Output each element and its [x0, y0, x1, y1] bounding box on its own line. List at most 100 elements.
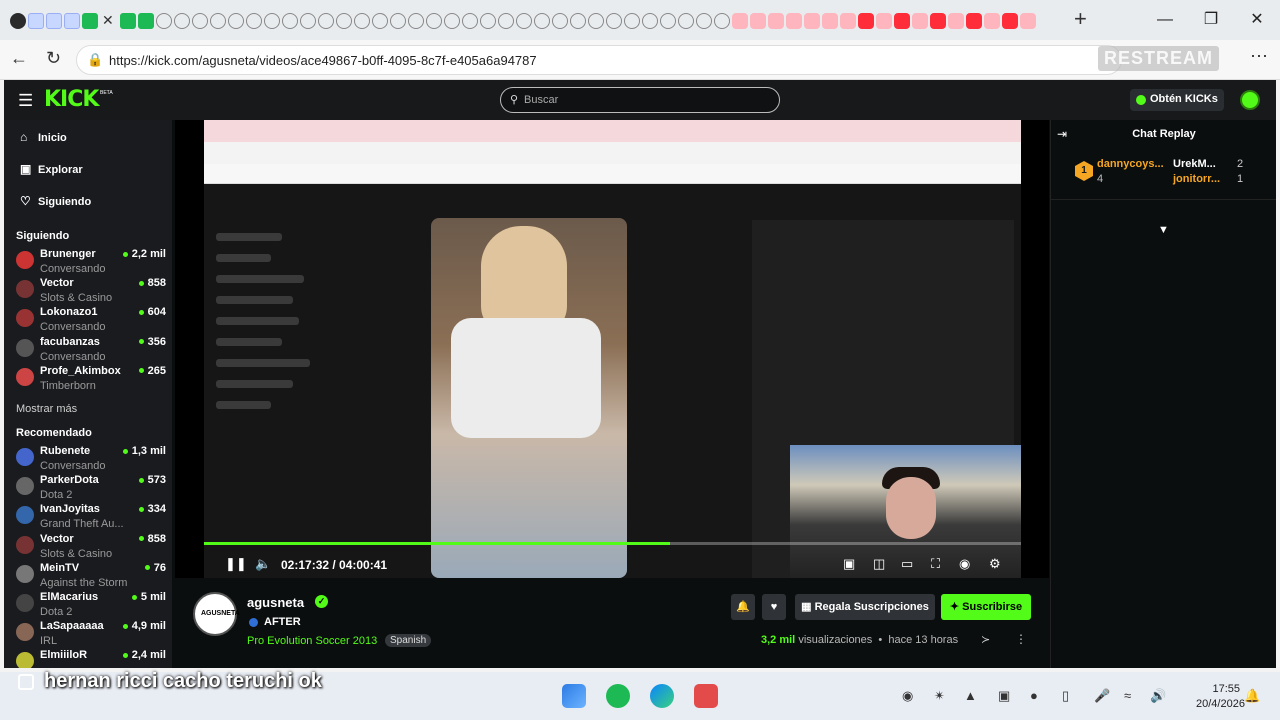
minimize-icon[interactable]: —: [1142, 6, 1188, 34]
channel-row[interactable]: facubanzas Conversando 356: [16, 336, 166, 365]
tab-favicon[interactable]: [335, 12, 352, 29]
restore-icon[interactable]: ❐: [1188, 6, 1234, 34]
tab-favicon[interactable]: [659, 12, 676, 29]
tab-favicon[interactable]: [64, 12, 80, 29]
fullscreen-icon[interactable]: ⛶: [931, 556, 940, 572]
tab-favicon[interactable]: [695, 12, 712, 29]
follow-button[interactable]: ♥: [762, 594, 786, 620]
security-icon[interactable]: ▲: [964, 688, 977, 703]
tab-favicon[interactable]: [893, 12, 910, 29]
channel-avatar[interactable]: AGUSNETA: [193, 592, 240, 636]
close-tab-icon[interactable]: ✕: [102, 12, 114, 29]
tab-favicon[interactable]: [443, 12, 460, 29]
tab-favicon[interactable]: [767, 12, 784, 29]
tab-favicon[interactable]: [407, 12, 424, 29]
expand-leaderboard-icon[interactable]: ▼: [1158, 224, 1169, 236]
settings-gear-icon[interactable]: ⚙: [989, 556, 1001, 572]
share-icon[interactable]: ≻: [981, 633, 990, 646]
tab-favicon[interactable]: [785, 12, 802, 29]
channel-row[interactable]: ElMacarius Dota 2 5 mil: [16, 591, 166, 620]
channel-row[interactable]: LaSapaaaaa IRL 4,9 mil: [16, 620, 166, 649]
progress-bar[interactable]: [204, 542, 1021, 545]
miniplayer-icon[interactable]: ▣: [843, 556, 855, 572]
bluetooth-icon[interactable]: ✴: [934, 688, 945, 704]
channel-row[interactable]: Rubenete Conversando 1,3 mil: [16, 445, 166, 474]
tab-favicon[interactable]: [209, 12, 226, 29]
tab-favicon[interactable]: [803, 12, 820, 29]
subscribe-button[interactable]: ✦ Suscribirse: [941, 594, 1031, 620]
tab-favicon[interactable]: [965, 12, 982, 29]
tab-favicon[interactable]: [551, 12, 568, 29]
category-link[interactable]: Pro Evolution Soccer 2013: [247, 635, 377, 647]
edge-icon[interactable]: [650, 684, 674, 708]
menu-dots-icon[interactable]: ⋯: [1250, 46, 1268, 67]
tab-favicon[interactable]: [605, 12, 622, 29]
tab-favicon[interactable]: [119, 12, 136, 29]
notify-bell-button[interactable]: 🔔: [731, 594, 755, 620]
gift-subs-button[interactable]: ▦ Regala Suscripciones: [795, 594, 935, 620]
top-gifter-name[interactable]: dannycoys...: [1097, 158, 1164, 170]
new-tab-icon[interactable]: +: [1074, 6, 1087, 32]
tab-favicon[interactable]: [317, 12, 334, 29]
nav-explorar[interactable]: ▣ Explorar: [20, 162, 83, 176]
tab-favicon[interactable]: [947, 12, 964, 29]
speaker-icon[interactable]: 🔊: [1150, 688, 1166, 704]
tab-favicon[interactable]: [569, 12, 586, 29]
channel-row[interactable]: IvanJoyitas Grand Theft Au... 334: [16, 503, 166, 532]
tab-favicon[interactable]: [1019, 12, 1036, 29]
tab-favicon[interactable]: [497, 12, 514, 29]
theater-icon[interactable]: ▭: [901, 556, 913, 572]
tab-favicon[interactable]: [82, 12, 98, 29]
battery-icon[interactable]: ▯: [1062, 688, 1069, 704]
hamburger-icon[interactable]: ☰: [18, 91, 33, 111]
notifications-icon[interactable]: 🔔: [1244, 688, 1260, 704]
channel-row[interactable]: Brunenger Conversando 2,2 mil: [16, 248, 166, 277]
tab-favicon[interactable]: [425, 12, 442, 29]
channel-row[interactable]: MeinTV Against the Storm 76: [16, 562, 166, 591]
tab-favicon[interactable]: [299, 12, 316, 29]
get-kicks-button[interactable]: Obtén KICKs: [1130, 89, 1224, 111]
speed-icon[interactable]: ◉: [959, 556, 970, 572]
tab-favicon[interactable]: [533, 12, 550, 29]
tab-favicon[interactable]: [623, 12, 640, 29]
tab-favicon[interactable]: [28, 12, 44, 29]
tab-favicon[interactable]: [731, 12, 748, 29]
tab-favicon[interactable]: [353, 12, 370, 29]
close-window-icon[interactable]: ✕: [1234, 6, 1280, 34]
tab-favicon[interactable]: [137, 12, 154, 29]
channel-name[interactable]: agusneta: [247, 595, 304, 610]
tab-favicon[interactable]: [749, 12, 766, 29]
channel-row[interactable]: ParkerDota Dota 2 573: [16, 474, 166, 503]
spotify-tray-icon[interactable]: ●: [1030, 688, 1038, 703]
back-icon[interactable]: ←: [10, 48, 28, 69]
microphone-icon[interactable]: 🎤: [1094, 688, 1110, 704]
tab-favicon[interactable]: [281, 12, 298, 29]
wifi-icon[interactable]: ≈: [1124, 688, 1131, 703]
volume-icon[interactable]: 🔈: [255, 556, 271, 572]
tab-favicon[interactable]: [263, 12, 280, 29]
tab-favicon[interactable]: [1001, 12, 1018, 29]
channel-row[interactable]: Lokonazo1 Conversando 604: [16, 306, 166, 335]
nav-siguiendo[interactable]: ♡ Siguiendo: [20, 194, 91, 208]
taskbar-clock[interactable]: 17:55 20/4/2026: [1196, 682, 1245, 712]
url-field[interactable]: 🔒 https://kick.com/agusneta/videos/ace49…: [76, 45, 1122, 75]
nav-inicio[interactable]: ⌂ Inicio: [20, 130, 67, 144]
windows-start-icon[interactable]: [562, 684, 586, 708]
channel-row[interactable]: Vector Slots & Casino 858: [16, 533, 166, 562]
tab-favicon[interactable]: [857, 12, 874, 29]
more-options-icon[interactable]: ⋮: [1015, 632, 1027, 646]
tab-favicon[interactable]: [479, 12, 496, 29]
channel-row[interactable]: Profe_Akimbox Timberborn 265: [16, 365, 166, 394]
tab-favicon[interactable]: [46, 12, 62, 29]
steam-tray-icon[interactable]: ◉: [902, 688, 913, 704]
tab-favicon[interactable]: [461, 12, 478, 29]
tab-favicon[interactable]: [983, 12, 1000, 29]
channel-row[interactable]: ElmiiiloR 2,4 mil: [16, 649, 166, 668]
tab-favicon[interactable]: [191, 12, 208, 29]
channel-row[interactable]: Vector Slots & Casino 858: [16, 277, 166, 306]
user-avatar[interactable]: [1240, 90, 1260, 110]
spotify-icon[interactable]: [606, 684, 630, 708]
reload-icon[interactable]: ↻: [46, 48, 61, 69]
tab-favicon[interactable]: [929, 12, 946, 29]
kick-logo[interactable]: KICK: [44, 87, 99, 112]
